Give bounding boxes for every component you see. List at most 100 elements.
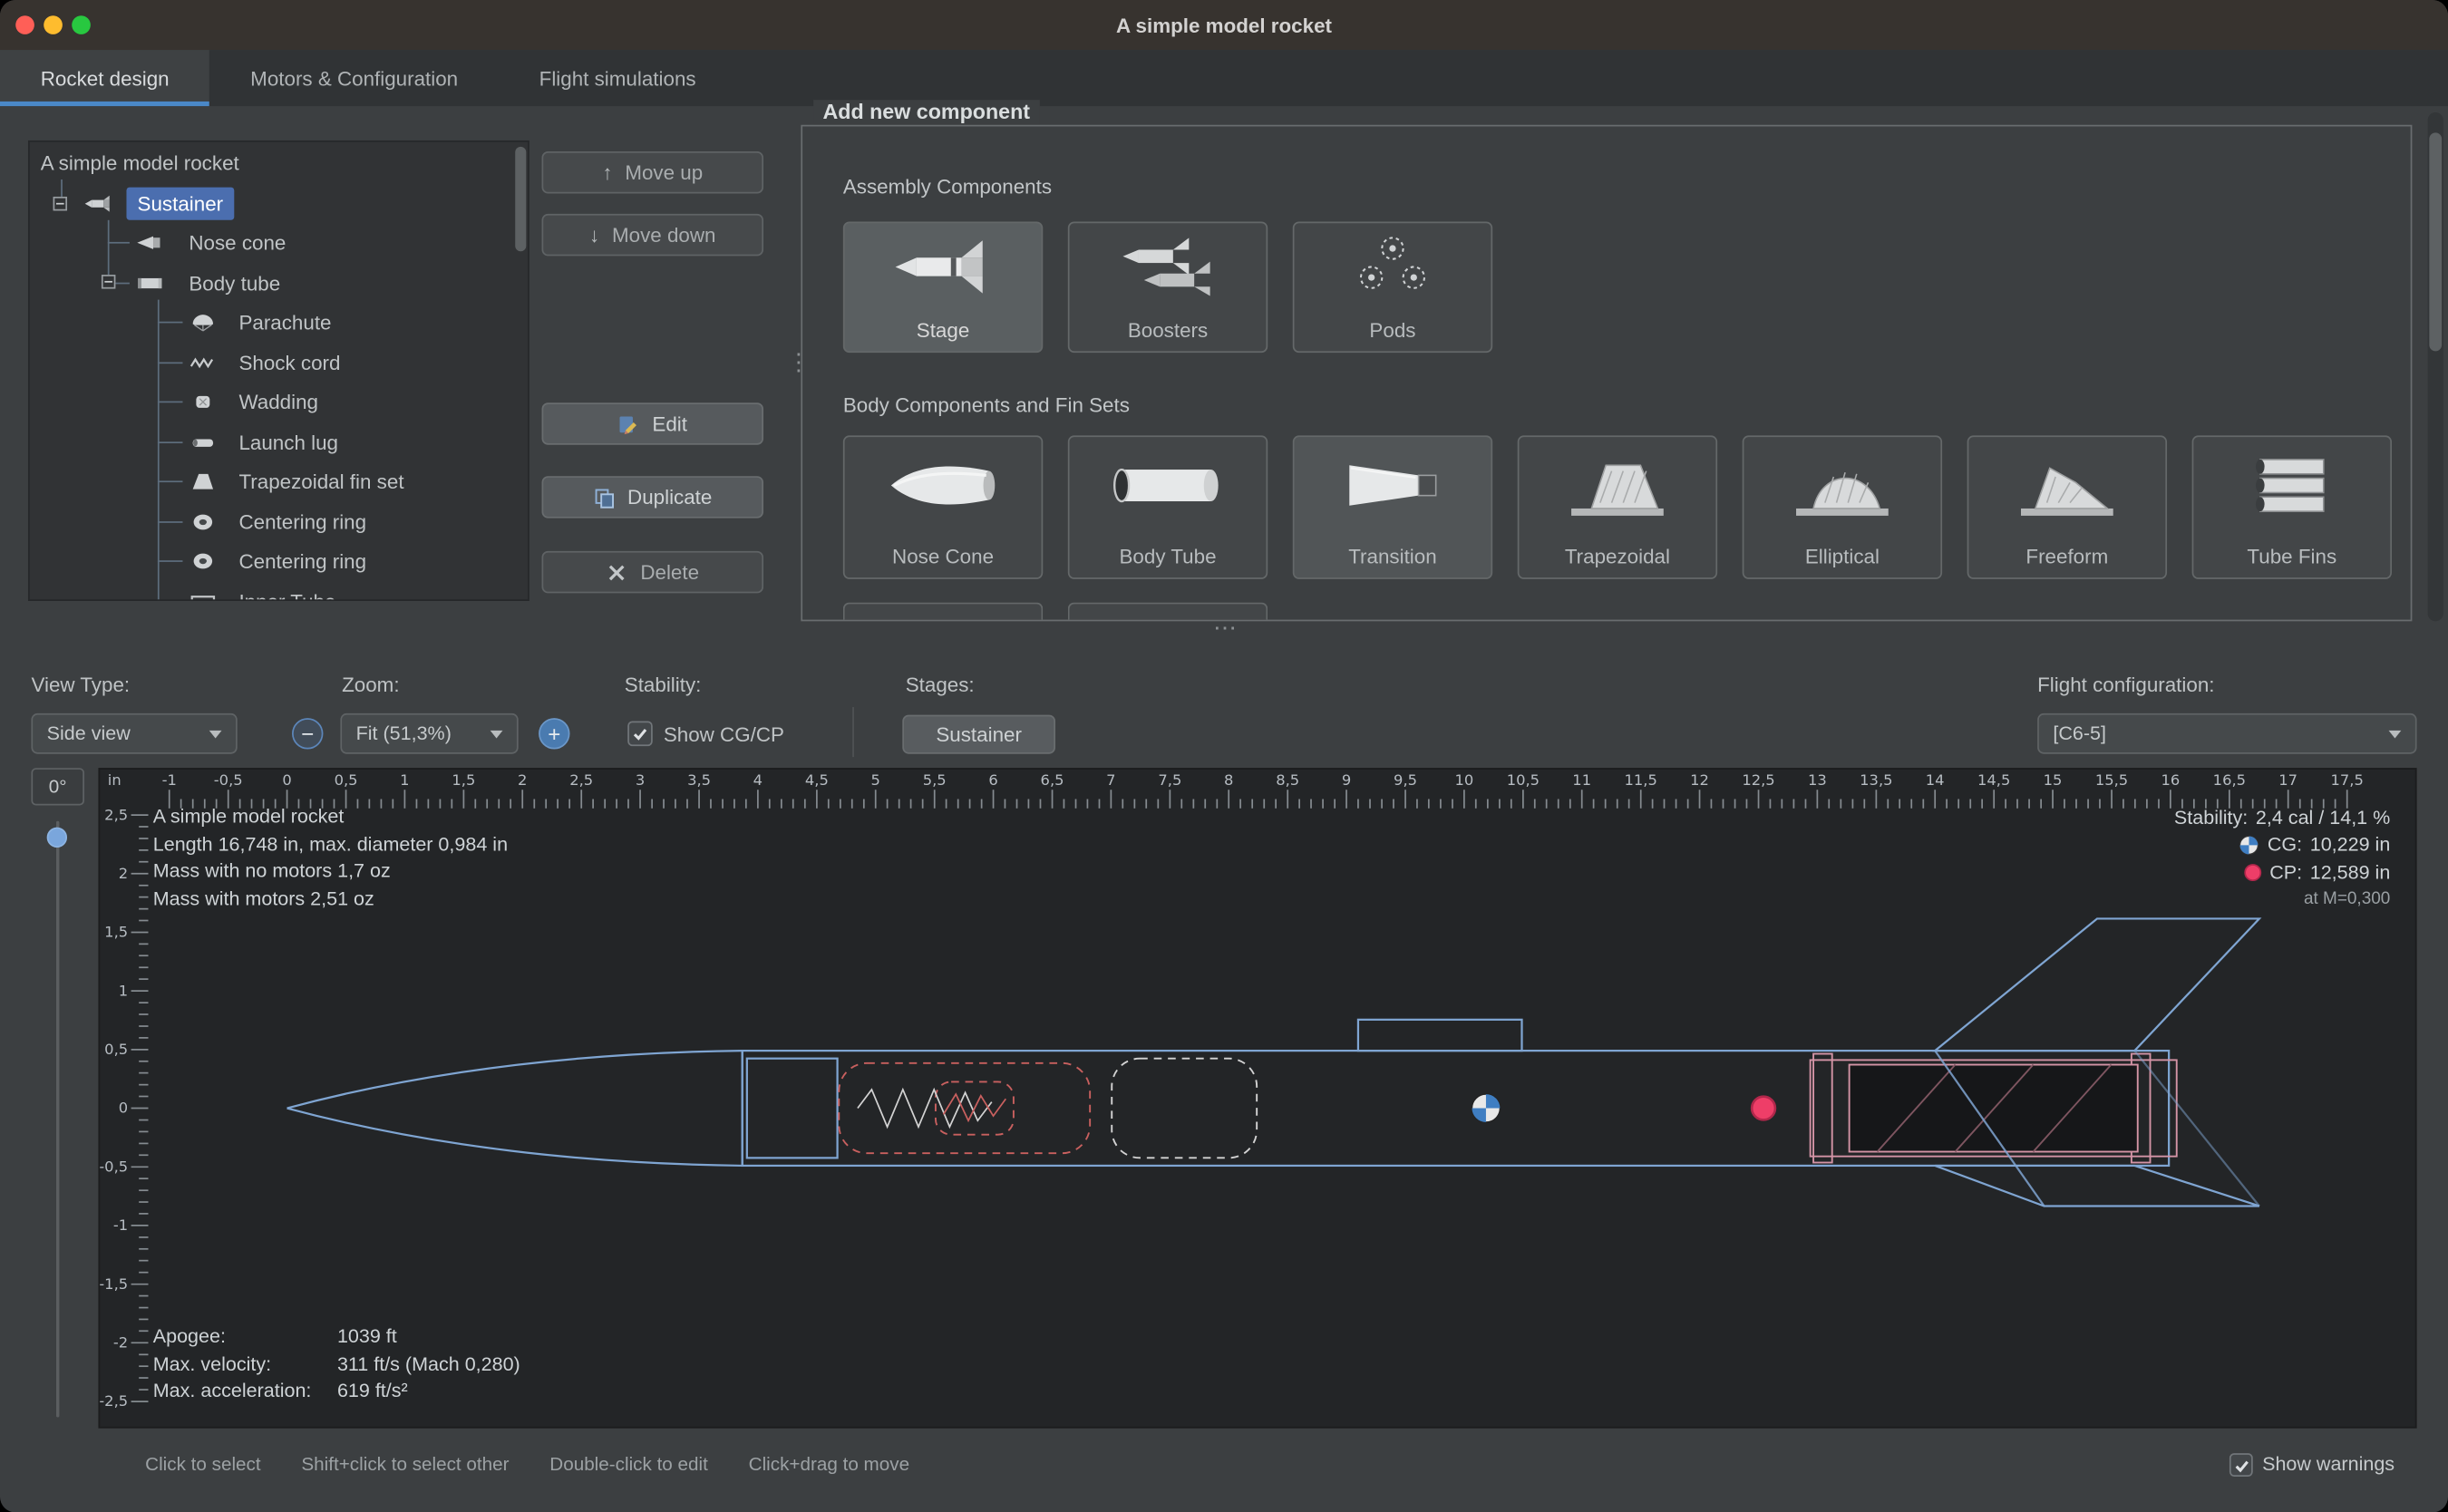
- splitter-handle-horizontal[interactable]: ⋯: [1213, 621, 1237, 636]
- chevron-down-icon: [491, 730, 503, 738]
- svg-text:0: 0: [119, 1100, 128, 1117]
- zoom-out-icon: −: [301, 722, 314, 744]
- body-components-heading: Body Components and Fin Sets: [843, 393, 1130, 417]
- component-tree[interactable]: A simple model rocket Sustainer Nose con…: [28, 141, 529, 601]
- tree-item-nose-cone[interactable]: Nose cone: [30, 223, 528, 262]
- move-down-button[interactable]: ↓ Move down: [542, 214, 764, 256]
- add-tube-fins-button[interactable]: Tube Fins: [2192, 435, 2392, 578]
- show-cgcp-label: Show CG/CP: [664, 722, 784, 746]
- svg-text:14,5: 14,5: [1977, 771, 2010, 789]
- add-freeform-fin-button[interactable]: Freeform: [1967, 435, 2167, 578]
- tree-item-label: Parachute: [238, 303, 331, 342]
- tree-item-inner-tube[interactable]: Inner Tube: [30, 582, 528, 601]
- zoom-select[interactable]: Fit (51,3%): [340, 713, 518, 754]
- add-stage-button[interactable]: Stage: [843, 222, 1043, 354]
- duplicate-button[interactable]: Duplicate: [542, 476, 764, 518]
- tab-flight-simulations[interactable]: Flight simulations: [499, 50, 736, 106]
- wadding-zigzag: [944, 1094, 1006, 1120]
- svg-text:5: 5: [871, 771, 880, 789]
- stability-readout: Stability: 2,4 cal / 14,1 % CG: 10,229 i…: [2174, 804, 2390, 914]
- view-type-select[interactable]: Side view: [31, 713, 237, 754]
- delete-button[interactable]: Delete: [542, 551, 764, 593]
- component-label: Nose Cone: [845, 545, 1042, 568]
- tree-scrollbar[interactable]: [515, 147, 526, 251]
- max-velocity-caption: Max. velocity:: [153, 1352, 337, 1374]
- stability-value: 2,4 cal / 14,1 %: [2256, 807, 2390, 829]
- svg-text:8,5: 8,5: [1276, 771, 1299, 789]
- component-label: Body Tube: [1070, 545, 1267, 568]
- panel-scrollbar-thumb[interactable]: [2429, 132, 2442, 351]
- rocket-drawing[interactable]: [287, 918, 2259, 1206]
- rotation-angle[interactable]: 0°: [31, 768, 84, 805]
- rocket-info-readout: A simple model rocket Length 16,748 in, …: [153, 804, 508, 914]
- flight-configuration-label: Flight configuration:: [2037, 673, 2214, 696]
- mach-note: at M=0,300: [2304, 890, 2390, 909]
- svg-text:6: 6: [988, 771, 997, 789]
- tab-motors-configuration[interactable]: Motors & Configuration: [209, 50, 498, 106]
- add-trapezoidal-fin-button[interactable]: Trapezoidal: [1518, 435, 1717, 578]
- flight-configuration-select[interactable]: [C6-5]: [2037, 713, 2416, 754]
- rotation-slider-knob[interactable]: [47, 828, 67, 848]
- zoom-out-button[interactable]: −: [292, 718, 323, 749]
- rotation-value: 0°: [49, 776, 67, 798]
- nose-shoulder: [747, 1059, 838, 1158]
- window-title: A simple model rocket: [0, 0, 2448, 50]
- shock-cord-outline: [839, 1063, 1090, 1153]
- add-boosters-button[interactable]: Boosters: [1068, 222, 1268, 354]
- svg-text:17: 17: [2278, 771, 2297, 789]
- svg-text:10: 10: [1454, 771, 1473, 789]
- tree-item-label: Centering ring: [238, 542, 366, 581]
- shock-cord-icon: [186, 353, 220, 373]
- show-cgcp-checkbox[interactable]: [627, 722, 653, 747]
- collapse-handle-body-tube[interactable]: [102, 275, 115, 288]
- max-velocity-value: 311 ft/s (Mach 0,280): [337, 1352, 520, 1374]
- add-pods-button[interactable]: Pods: [1293, 222, 1492, 354]
- partial-component-button[interactable]: [843, 603, 1043, 622]
- svg-text:4,5: 4,5: [805, 771, 829, 789]
- zoom-in-button[interactable]: +: [539, 718, 569, 749]
- cg-marker[interactable]: [1472, 1094, 1500, 1122]
- svg-text:2,5: 2,5: [569, 771, 593, 789]
- stability-caption: Stability:: [2174, 807, 2248, 829]
- length-diameter-line: Length 16,748 in, max. diameter 0,984 in: [153, 831, 508, 858]
- tree-item-centering-ring-1[interactable]: Centering ring: [30, 502, 528, 541]
- tree-item-rocket[interactable]: A simple model rocket: [30, 143, 528, 182]
- shock-cord-zigzag: [858, 1090, 992, 1127]
- boosters-icon: [1109, 233, 1228, 302]
- add-body-tube-button[interactable]: Body Tube: [1068, 435, 1268, 578]
- add-elliptical-fin-button[interactable]: Elliptical: [1743, 435, 1942, 578]
- collapse-handle-sustainer[interactable]: [53, 197, 67, 210]
- rocket-icon: [76, 194, 117, 214]
- tree-item-trapezoidal-fin-set[interactable]: Trapezoidal fin set: [30, 462, 528, 501]
- tree-item-label: A simple model rocket: [41, 143, 239, 182]
- add-component-panel: Assembly Components Stage Boosters Pods …: [801, 125, 2412, 622]
- cp-marker[interactable]: [1752, 1097, 1775, 1120]
- move-up-button[interactable]: ↑ Move up: [542, 151, 764, 193]
- zoom-label: Zoom:: [342, 673, 399, 696]
- edit-button[interactable]: Edit: [542, 402, 764, 444]
- freeform-fin-icon: [2007, 448, 2126, 523]
- stage-sustainer-toggle[interactable]: Sustainer: [902, 715, 1055, 754]
- rocket-canvas[interactable]: -1-0,500,511,522,533,544,555,566,577,588…: [98, 768, 2416, 1428]
- add-transition-button[interactable]: Transition: [1293, 435, 1492, 578]
- svg-text:7: 7: [1106, 771, 1115, 789]
- hint-double-click: Double-click to edit: [549, 1453, 708, 1475]
- tree-item-centering-ring-2[interactable]: Centering ring: [30, 542, 528, 581]
- add-nose-cone-button[interactable]: Nose Cone: [843, 435, 1043, 578]
- rotation-slider-track[interactable]: [56, 821, 59, 1418]
- svg-text:2: 2: [119, 865, 128, 882]
- show-warnings-label: Show warnings: [2262, 1453, 2395, 1475]
- tab-rocket-design[interactable]: Rocket design: [0, 50, 209, 106]
- tree-item-launch-lug[interactable]: Launch lug: [30, 423, 528, 462]
- vertical-ruler: -2,5-2-1,5-1-0,500,511,522,5: [100, 806, 148, 1410]
- partial-component-button[interactable]: [1068, 603, 1268, 622]
- show-warnings-checkbox[interactable]: [2229, 1453, 2253, 1477]
- nose-cone-outline: [287, 1051, 743, 1166]
- tree-item-shock-cord[interactable]: Shock cord: [30, 344, 528, 383]
- view-type-label: View Type:: [31, 673, 130, 696]
- tree-item-wadding[interactable]: Wadding: [30, 383, 528, 422]
- delete-label: Delete: [640, 560, 699, 584]
- tree-item-parachute[interactable]: Parachute: [30, 303, 528, 342]
- tree-item-sustainer[interactable]: Sustainer: [30, 184, 528, 223]
- hint-click-select: Click to select: [145, 1453, 260, 1475]
